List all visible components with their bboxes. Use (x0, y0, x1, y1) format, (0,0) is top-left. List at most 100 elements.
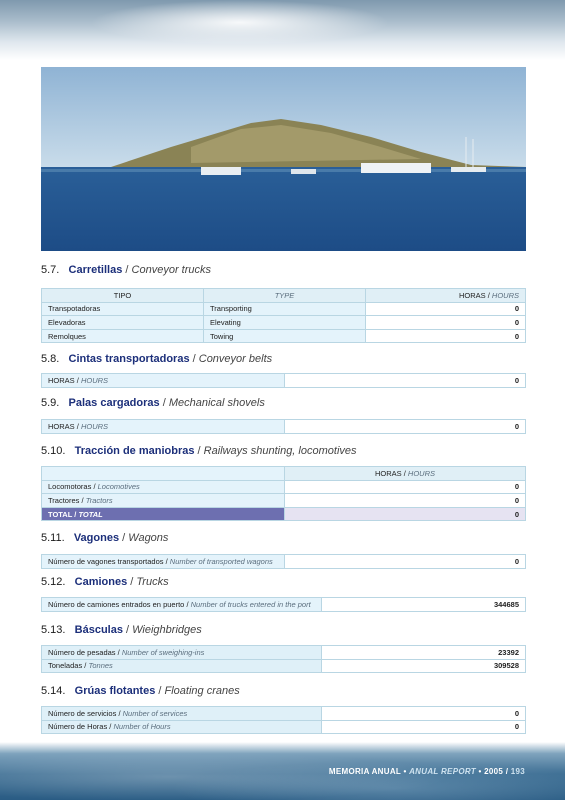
row-value: 0 (365, 328, 526, 344)
section-title-mechanical-shovels: 5.9. Palas cargadoras / Mechanical shove… (41, 397, 265, 409)
section-title-weighbridges: 5.13. Básculas / Wieighbridges (41, 624, 202, 636)
separator: / (125, 264, 129, 276)
total-value: 0 (284, 506, 526, 522)
separator: / (122, 532, 126, 544)
table-row: HORAS / HOURS 0 (41, 373, 526, 388)
footer-text: MEMORIA ANUAL • ANUAL REPORT • 2005 / 19… (329, 767, 525, 776)
section-title-en: Conveyor belts (198, 353, 273, 365)
page-number: 193 (510, 767, 525, 776)
wagons-table: Número de vagones transportados / Number… (41, 554, 526, 569)
header-type: TYPE (203, 288, 366, 303)
header-hours: HORAS / HOURS (284, 466, 526, 481)
header-tipo: TIPO (41, 288, 204, 303)
row-label-en: Elevating (203, 315, 366, 330)
section-number: 5.14. (41, 685, 66, 697)
conveyor-trucks-table: TIPO TYPE HORAS / HOURS Transpotadoras T… (41, 288, 526, 344)
table-row: Número de vagones transportados / Number… (41, 554, 526, 569)
section-title-es: Grúas flotantes (74, 685, 156, 697)
row-label: Tractores / Tractors (41, 493, 285, 508)
section-title-es: Tracción de maniobras (74, 445, 195, 457)
row-label: Número de pesadas / Number of sweighing-… (41, 645, 322, 660)
header-empty (41, 466, 285, 481)
section-title-es: Cintas transportadoras (68, 353, 190, 365)
total-row: TOTAL / TOTAL 0 (41, 506, 526, 522)
table-row: Tractores / Tractors 0 (41, 493, 526, 508)
section-number: 5.13. (41, 624, 66, 636)
footer-bullet: • (403, 767, 407, 776)
floating-cranes-table: Número de servicios / Number of services… (41, 706, 526, 735)
railways-table: HORAS / HOURS Locomotoras / Locomotives … (41, 466, 526, 522)
section-title-conveyor-belts: 5.8. Cintas transportadoras / Conveyor b… (41, 353, 272, 365)
row-label-es: Elevadoras (41, 315, 204, 330)
section-title-es: Palas cargadoras (68, 397, 160, 409)
section-number: 5.8. (41, 353, 60, 365)
table-row: Elevadoras Elevating 0 (41, 315, 526, 330)
separator: / (197, 445, 201, 457)
table-row: Locomotoras / Locomotives 0 (41, 479, 526, 495)
row-label: Número de camiones entrados en puerto / … (41, 597, 322, 612)
total-label: TOTAL / TOTAL (41, 506, 285, 522)
row-value: 0 (284, 479, 526, 495)
footer-bullet: • (478, 767, 482, 776)
separator: / (192, 353, 196, 365)
section-title-floating-cranes: 5.14. Grúas flotantes / Floating cranes (41, 685, 240, 697)
separator: / (162, 397, 166, 409)
island-photo (41, 67, 526, 251)
row-value: 0 (321, 719, 526, 735)
section-title-en: Railways shunting, locomotives (203, 445, 357, 457)
section-title-en: Wagons (128, 532, 169, 544)
section-title-wagons: 5.11. Vagones / Wagons (41, 532, 168, 544)
footer-year: 2005 (484, 767, 504, 776)
row-label-es: Transpotadoras (41, 301, 204, 317)
footer-separator: / (505, 767, 509, 776)
table-row: Número de camiones entrados en puerto / … (41, 597, 526, 612)
row-label: HORAS / HOURS (41, 419, 285, 434)
row-value: 344685 (321, 597, 526, 612)
row-value: 23392 (321, 645, 526, 660)
row-value: 0 (365, 301, 526, 317)
section-number: 5.10. (41, 445, 66, 457)
row-label: Número de servicios / Number of services (41, 706, 322, 721)
row-value: 0 (284, 493, 526, 508)
separator: / (126, 624, 130, 636)
row-value: 0 (321, 706, 526, 721)
section-title-en: Floating cranes (164, 685, 240, 697)
row-label-es: Remolques (41, 328, 204, 344)
row-label: Número de Horas / Number of Hours (41, 719, 322, 735)
row-label: Toneladas / Tonnes (41, 658, 322, 674)
table-row: Toneladas / Tonnes 309528 (41, 658, 526, 674)
table-row: Remolques Towing 0 (41, 328, 526, 344)
section-title-en: Wieighbridges (132, 624, 202, 636)
separator: / (158, 685, 162, 697)
section-title-es: Carretillas (68, 264, 123, 276)
section-title-en: Trucks (136, 576, 169, 588)
header-hours: HORAS / HOURS (365, 288, 526, 303)
row-value: 0 (365, 315, 526, 330)
row-value: 0 (284, 419, 526, 434)
row-label: Número de vagones transportados / Number… (41, 554, 285, 569)
weighbridges-table: Número de pesadas / Number of sweighing-… (41, 645, 526, 674)
table-row: Número de Horas / Number of Hours 0 (41, 719, 526, 735)
row-value: 0 (284, 554, 526, 569)
section-number: 5.9. (41, 397, 60, 409)
table-header-row: TIPO TYPE HORAS / HOURS (41, 288, 526, 303)
trucks-table: Número de camiones entrados en puerto / … (41, 597, 526, 612)
row-label: HORAS / HOURS (41, 373, 285, 388)
separator: / (130, 576, 134, 588)
row-label-en: Transporting (203, 301, 366, 317)
footer-report: ANUAL REPORT (409, 767, 476, 776)
section-number: 5.12. (41, 576, 66, 588)
section-title-en: Mechanical shovels (168, 397, 265, 409)
table-row: Transpotadoras Transporting 0 (41, 301, 526, 317)
section-title-railways: 5.10. Tracción de maniobras / Railways s… (41, 445, 357, 457)
section-title-en: Conveyor trucks (131, 264, 212, 276)
row-label: Locomotoras / Locomotives (41, 479, 285, 495)
table-row: Número de servicios / Number of services… (41, 706, 526, 721)
table-row: HORAS / HOURS 0 (41, 419, 526, 434)
footer-memoria: MEMORIA ANUAL (328, 767, 401, 776)
header-sky-band (0, 0, 565, 60)
section-title-es: Básculas (74, 624, 123, 636)
mechanical-shovels-table: HORAS / HOURS 0 (41, 419, 526, 434)
section-number: 5.11. (41, 532, 65, 544)
row-value: 309528 (321, 658, 526, 674)
